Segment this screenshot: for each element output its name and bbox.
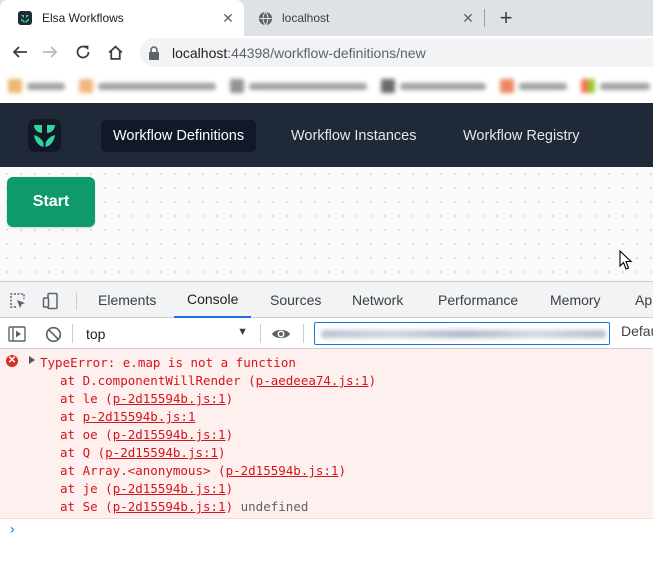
back-icon[interactable] <box>8 40 32 64</box>
bookmark-icon <box>230 79 244 93</box>
console-output: ✕ TypeError: e.map is not a function at … <box>0 349 653 584</box>
dropdown-caret-icon: ▼ <box>237 326 248 338</box>
nav-workflow-instances[interactable]: Workflow Instances <box>279 120 428 152</box>
bookmark-icon <box>381 79 395 93</box>
stack-frame: at Q (p-2d15594b.js:1) <box>60 445 226 460</box>
stack-frame: at le (p-2d15594b.js:1) <box>60 391 234 406</box>
devtools-tab-application[interactable]: Ap <box>622 282 653 318</box>
tab-title: localhost <box>282 11 330 25</box>
address-bar[interactable]: localhost:44398/workflow-definitions/new <box>140 38 653 67</box>
console-prompt-chevron-icon[interactable]: › <box>8 522 16 538</box>
devtools-tab-memory[interactable]: Memory <box>537 282 614 318</box>
tab-separator <box>484 9 485 27</box>
inspect-element-icon[interactable] <box>8 291 28 311</box>
bookmarks-bar <box>0 69 653 103</box>
tab-localhost[interactable]: localhost ✕ <box>248 0 484 36</box>
bookmark-item[interactable] <box>581 79 650 93</box>
filter-text-blurred <box>321 330 606 338</box>
devtools-tab-sources[interactable]: Sources <box>257 282 334 318</box>
error-icon: ✕ <box>6 355 18 367</box>
elsa-logo-icon[interactable] <box>28 119 61 152</box>
return-value: undefined <box>233 499 309 514</box>
browser-toolbar: localhost:44398/workflow-definitions/new <box>0 36 653 69</box>
app-header: Workflow Definitions Workflow Instances … <box>0 103 653 167</box>
devtools-tab-performance[interactable]: Performance <box>425 282 531 318</box>
workflow-designer-canvas[interactable]: Start <box>0 167 653 281</box>
tab-elsa-workflows[interactable]: Elsa Workflows ✕ <box>0 0 244 36</box>
stack-frame: at p-2d15594b.js:1 <box>60 409 196 424</box>
nav-workflow-definitions[interactable]: Workflow Definitions <box>101 120 257 152</box>
start-activity-button[interactable]: Start <box>7 177 95 227</box>
new-tab-button[interactable]: + <box>495 7 517 29</box>
bookmark-icon <box>500 79 514 93</box>
error-title: TypeError: e.map is not a function <box>40 355 296 370</box>
devtools-tab-bar: Elements Console Sources Network Perform… <box>0 281 653 318</box>
close-tab-icon[interactable]: ✕ <box>220 10 236 26</box>
console-error-message: ✕ TypeError: e.map is not a function at … <box>0 349 653 519</box>
source-link[interactable]: p-2d15594b.js:1 <box>226 463 339 478</box>
source-link[interactable]: p-2d15594b.js:1 <box>83 409 196 424</box>
sidebar-toggle-icon[interactable] <box>7 324 27 344</box>
url-host: localhost <box>172 44 228 61</box>
context-value: top <box>86 325 106 342</box>
lock-icon <box>148 45 162 60</box>
console-filter-input[interactable] <box>314 322 610 345</box>
source-link[interactable]: p-2d15594b.js:1 <box>105 445 218 460</box>
stack-frame: at je (p-2d15594b.js:1) <box>60 481 234 496</box>
bookmark-icon <box>581 79 595 93</box>
stack-frame: at D.componentWillRender (p-aedeea74.js:… <box>60 373 377 388</box>
mouse-cursor-icon <box>619 249 633 271</box>
toolbar-divider <box>303 324 304 343</box>
devtools-tab-network[interactable]: Network <box>339 282 416 318</box>
bookmark-icon <box>79 79 93 93</box>
bookmark-item[interactable] <box>500 79 567 93</box>
home-icon[interactable] <box>103 40 127 64</box>
browser-tab-strip: Elsa Workflows ✕ localhost ✕ + <box>0 0 653 36</box>
device-toolbar-icon[interactable] <box>41 291 61 311</box>
url-path: :44398/workflow-definitions/new <box>227 44 426 61</box>
source-link[interactable]: p-2d15594b.js:1 <box>113 481 226 496</box>
bookmark-icon <box>8 79 22 93</box>
stack-frame: at Se (p-2d15594b.js:1) undefined <box>60 499 309 514</box>
globe-icon <box>257 10 273 26</box>
bookmark-item[interactable] <box>230 79 367 93</box>
toolbar-divider <box>72 324 73 343</box>
stack-frame: at oe (p-2d15594b.js:1) <box>60 427 234 442</box>
reload-icon[interactable] <box>71 40 95 64</box>
clear-console-icon[interactable] <box>43 324 63 344</box>
live-expression-eye-icon[interactable] <box>271 324 291 344</box>
console-toolbar: top ▼ Defau <box>0 318 653 349</box>
source-link[interactable]: p-2d15594b.js:1 <box>113 427 226 442</box>
source-link[interactable]: p-aedeea74.js:1 <box>256 373 369 388</box>
log-levels-dropdown[interactable]: Defau <box>621 323 653 339</box>
devtools-tab-elements[interactable]: Elements <box>85 282 169 318</box>
tab-title: Elsa Workflows <box>42 11 124 25</box>
elsa-favicon-icon <box>17 10 33 26</box>
toolbar-divider <box>76 292 77 310</box>
close-tab-icon[interactable]: ✕ <box>460 10 476 26</box>
source-link[interactable]: p-2d15594b.js:1 <box>113 391 226 406</box>
context-selector[interactable]: top ▼ <box>80 322 252 345</box>
stack-frame: at Array.<anonymous> (p-2d15594b.js:1) <box>60 463 346 478</box>
nav-workflow-registry[interactable]: Workflow Registry <box>451 120 592 152</box>
devtools-tab-console[interactable]: Console <box>174 282 252 318</box>
source-link[interactable]: p-2d15594b.js:1 <box>113 499 226 514</box>
bookmark-item[interactable] <box>79 79 216 93</box>
forward-icon[interactable] <box>38 40 62 64</box>
bookmark-item[interactable] <box>8 79 65 93</box>
bookmark-item[interactable] <box>381 79 486 93</box>
toolbar-divider <box>260 324 261 343</box>
expand-triangle-icon[interactable] <box>29 356 35 364</box>
